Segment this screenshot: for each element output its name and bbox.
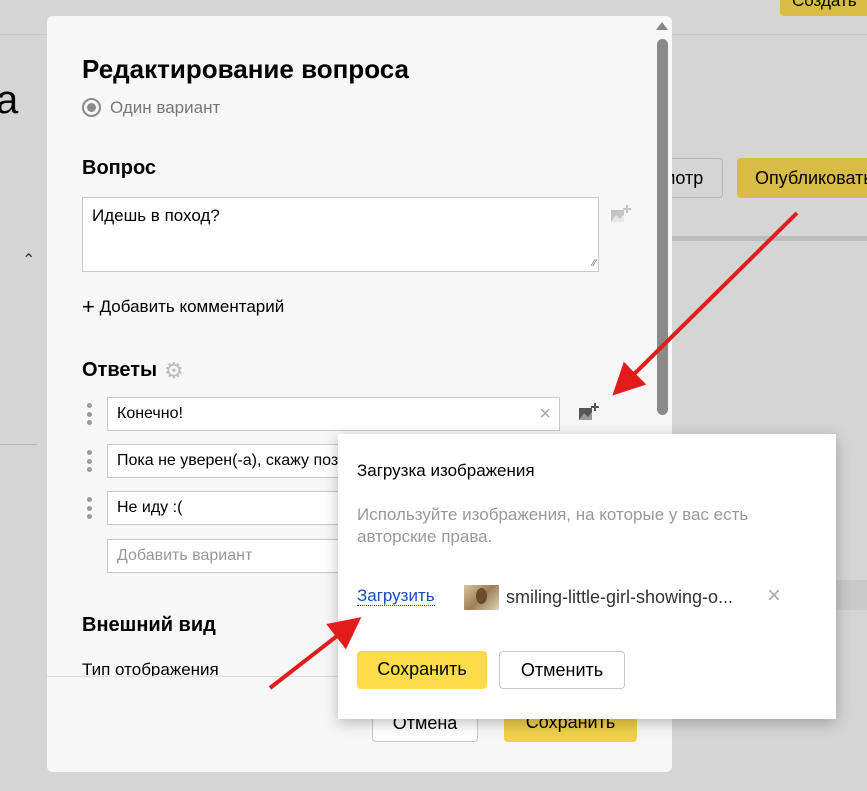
- arrow-to-upload-link: [268, 617, 362, 690]
- arrow-to-image-icon: [612, 211, 799, 396]
- annotation-arrows: [268, 211, 799, 690]
